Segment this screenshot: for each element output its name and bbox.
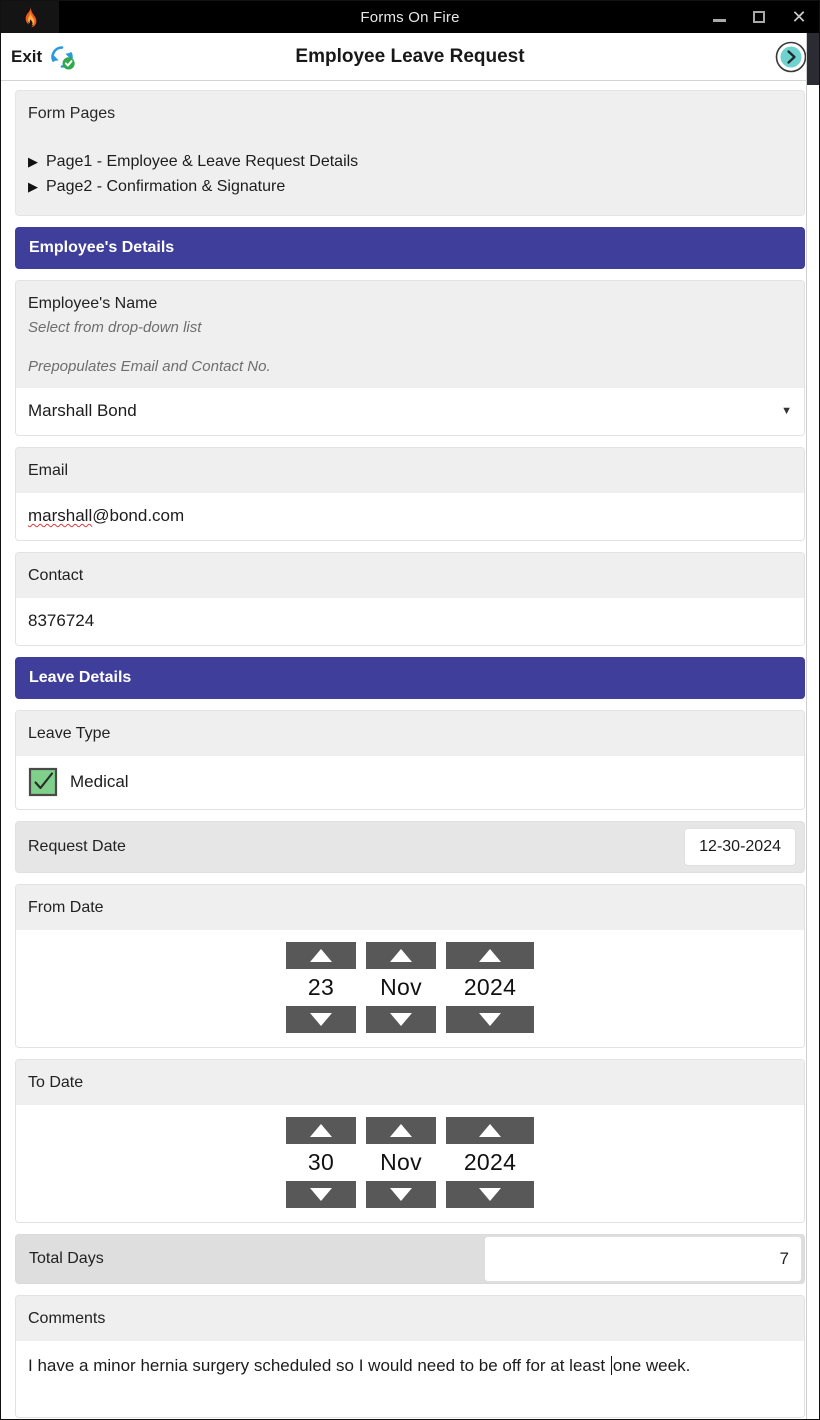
spinner-down-icon[interactable] xyxy=(446,1006,534,1033)
chevron-down-icon[interactable]: ▼ xyxy=(781,405,792,417)
to-date-year-value[interactable]: 2024 xyxy=(446,1144,534,1181)
comments-field: Comments I have a minor hernia surgery s… xyxy=(15,1295,805,1418)
to-date-day-stepper[interactable]: 30 xyxy=(286,1117,356,1208)
contact-label: Contact xyxy=(16,553,804,598)
spinner-up-icon[interactable] xyxy=(366,942,436,969)
employee-name-value: Marshall Bond xyxy=(28,401,137,420)
forward-circle-icon[interactable] xyxy=(775,41,807,73)
form-scroll-area: Form Pages ▶ Page1 - Employee & Leave Re… xyxy=(1,82,819,1419)
spinner-down-icon[interactable] xyxy=(446,1181,534,1208)
spinner-up-icon[interactable] xyxy=(286,1117,356,1144)
spinner-up-icon[interactable] xyxy=(366,1117,436,1144)
total-days-field: Total Days 7 xyxy=(15,1234,805,1284)
leave-type-option-medical[interactable]: Medical xyxy=(16,756,804,809)
to-date-day-value[interactable]: 30 xyxy=(286,1144,356,1181)
to-date-month-value[interactable]: Nov xyxy=(366,1144,436,1181)
email-input[interactable]: marshall@bond.com xyxy=(16,493,804,540)
vertical-scrollbar[interactable] xyxy=(806,33,819,1419)
checked-checkbox-icon[interactable] xyxy=(28,767,58,797)
text-caret xyxy=(610,1356,612,1375)
leave-type-field: Leave Type Medical xyxy=(15,710,805,810)
request-date-label: Request Date xyxy=(28,838,126,855)
email-value-rest: @bond.com xyxy=(92,506,185,525)
spinner-down-icon[interactable] xyxy=(286,1006,356,1033)
total-days-value[interactable]: 7 xyxy=(484,1236,802,1282)
close-icon[interactable]: ✕ xyxy=(779,1,819,33)
spinner-up-icon[interactable] xyxy=(446,1117,534,1144)
app-header: Exit Employee Leave Request xyxy=(1,33,819,81)
window-titlebar: Forms On Fire ✕ xyxy=(1,1,819,33)
from-date-field: From Date 23 Nov 2024 xyxy=(15,884,805,1048)
request-date-value[interactable]: 12-30-2024 xyxy=(684,828,796,866)
window-title: Forms On Fire xyxy=(360,8,460,26)
from-date-label: From Date xyxy=(16,885,804,930)
form-pages-title: Form Pages xyxy=(28,105,116,122)
sync-complete-icon[interactable] xyxy=(48,43,76,71)
email-label: Email xyxy=(16,448,804,493)
from-date-spinner: 23 Nov 2024 xyxy=(16,930,804,1047)
minimize-icon[interactable] xyxy=(699,1,739,33)
from-date-month-value[interactable]: Nov xyxy=(366,969,436,1006)
employee-name-hint-1: Select from drop-down list xyxy=(28,319,202,336)
from-date-year-value[interactable]: 2024 xyxy=(446,969,534,1006)
page-title: Employee Leave Request xyxy=(295,45,525,67)
triangle-right-icon: ▶ xyxy=(28,154,38,169)
form-page-item-2[interactable]: ▶ Page2 - Confirmation & Signature xyxy=(28,174,792,199)
contact-input[interactable]: 8376724 xyxy=(16,598,804,645)
section-header-leave-details: Leave Details xyxy=(15,657,805,699)
from-date-year-stepper[interactable]: 2024 xyxy=(446,942,534,1033)
employee-name-field: Employee's Name Select from drop-down li… xyxy=(15,280,805,436)
to-date-label: To Date xyxy=(16,1060,804,1105)
email-field: Email marshall@bond.com xyxy=(15,447,805,541)
form-pages-panel: Form Pages ▶ Page1 - Employee & Leave Re… xyxy=(15,90,805,216)
to-date-spinner: 30 Nov 2024 xyxy=(16,1105,804,1222)
exit-label: Exit xyxy=(11,46,43,66)
contact-field: Contact 8376724 xyxy=(15,552,805,646)
spinner-down-icon[interactable] xyxy=(366,1181,436,1208)
flame-icon xyxy=(25,6,37,28)
request-date-field: Request Date 12-30-2024 xyxy=(15,821,805,873)
scrollbar-thumb[interactable] xyxy=(807,33,819,85)
form-page-label-1: Page1 - Employee & Leave Request Details xyxy=(46,153,359,170)
application-window: Forms On Fire ✕ Exit Employee Leave Requ… xyxy=(0,0,820,1420)
form-page-item-1[interactable]: ▶ Page1 - Employee & Leave Request Detai… xyxy=(28,149,792,174)
employee-name-label: Employee's Name xyxy=(28,295,158,312)
email-value-misspelled: marshall xyxy=(28,506,93,525)
spinner-up-icon[interactable] xyxy=(286,942,356,969)
spinner-down-icon[interactable] xyxy=(286,1181,356,1208)
comments-label: Comments xyxy=(16,1296,804,1341)
from-date-day-stepper[interactable]: 23 xyxy=(286,942,356,1033)
maximize-icon[interactable] xyxy=(739,1,779,33)
employee-name-dropdown[interactable]: Marshall Bond ▼ xyxy=(16,388,804,435)
from-date-day-value[interactable]: 23 xyxy=(286,969,356,1006)
comments-text-after-caret: one week. xyxy=(612,1356,691,1375)
employee-name-hint-2: Prepopulates Email and Contact No. xyxy=(28,358,271,375)
section-header-employee-details: Employee's Details xyxy=(15,227,805,269)
total-days-label: Total Days xyxy=(29,1250,104,1267)
employee-name-head: Employee's Name Select from drop-down li… xyxy=(16,281,804,388)
to-date-field: To Date 30 Nov 2024 xyxy=(15,1059,805,1223)
comments-textarea[interactable]: I have a minor hernia surgery scheduled … xyxy=(16,1341,804,1417)
leave-type-option-label: Medical xyxy=(70,772,129,791)
from-date-month-stepper[interactable]: Nov xyxy=(366,942,436,1033)
window-controls: ✕ xyxy=(699,1,819,33)
triangle-right-icon: ▶ xyxy=(28,179,38,194)
spinner-up-icon[interactable] xyxy=(446,942,534,969)
form-page-label-2: Page2 - Confirmation & Signature xyxy=(46,178,286,195)
to-date-year-stepper[interactable]: 2024 xyxy=(446,1117,534,1208)
to-date-month-stepper[interactable]: Nov xyxy=(366,1117,436,1208)
comments-text-before-caret: I have a minor hernia surgery scheduled … xyxy=(28,1356,610,1375)
spinner-down-icon[interactable] xyxy=(366,1006,436,1033)
exit-button[interactable]: Exit xyxy=(1,43,76,71)
app-logo xyxy=(1,1,59,33)
leave-type-label: Leave Type xyxy=(16,711,804,756)
